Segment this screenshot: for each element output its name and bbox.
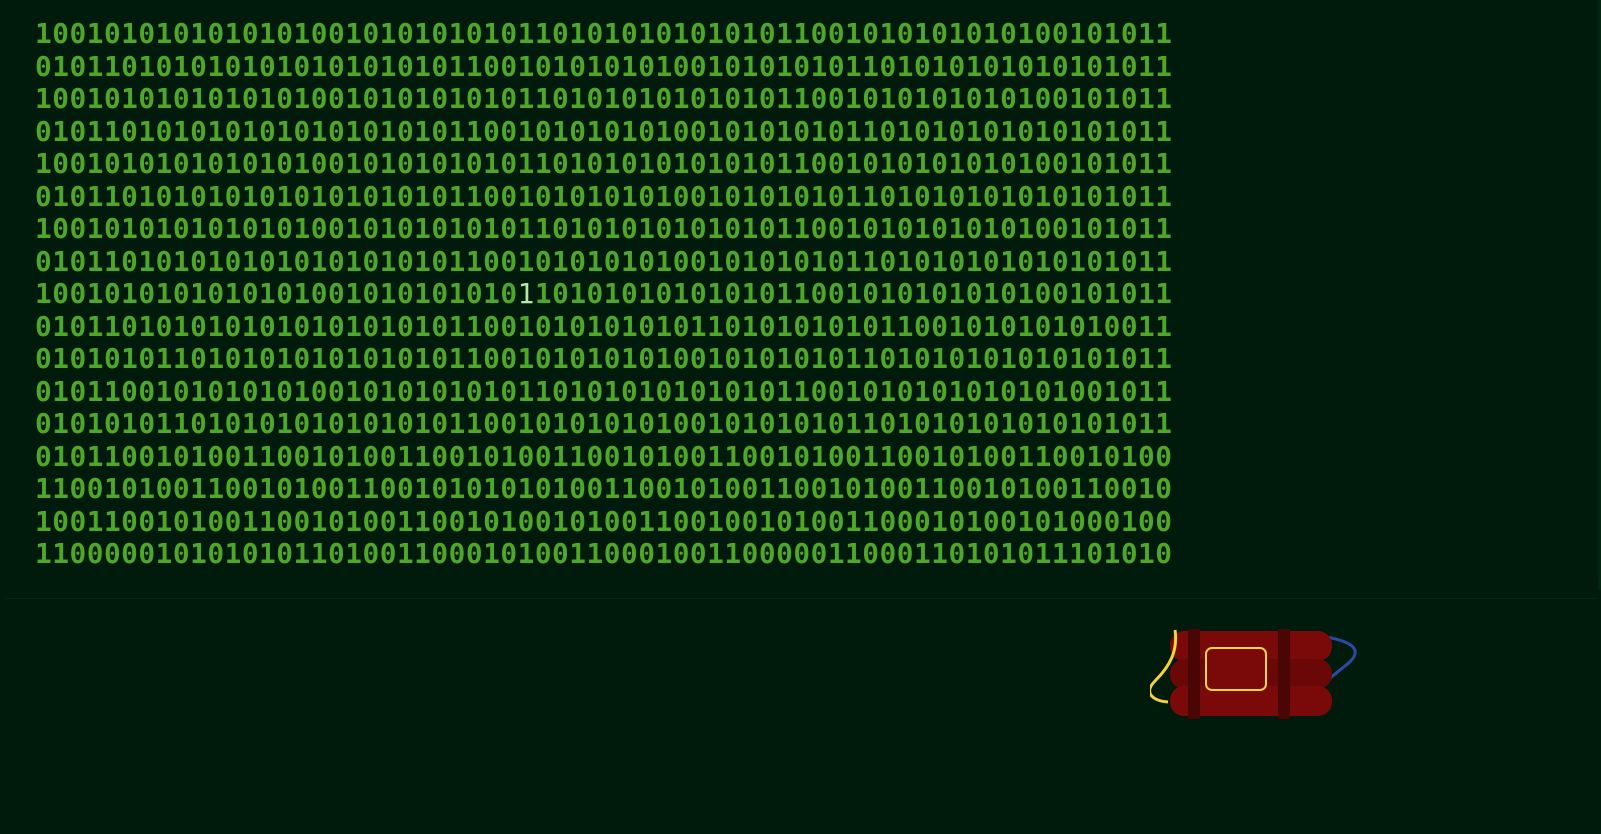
binary-row[interactable]: 1100000101010101101001100010100110001001…	[35, 538, 1580, 571]
dynamite-bomb-icon[interactable]	[1150, 626, 1390, 726]
binary-row[interactable]: 0101101010101010101010101100101010101001…	[35, 51, 1580, 84]
binary-row[interactable]: 0101101010101010101010101100101010101011…	[35, 311, 1580, 344]
binary-row[interactable]: 1001010101010101001010101010110101010101…	[35, 148, 1580, 181]
game-screen: 1001010101010101001010101010110101010101…	[0, 0, 1601, 834]
timer-display[interactable]	[1205, 647, 1267, 691]
binary-row[interactable]: 1001010101010101001010101010110101010101…	[35, 83, 1580, 116]
cursor-digit[interactable]: 1	[518, 278, 535, 310]
binary-row[interactable]: 0101100101010101001010101010110101010101…	[35, 376, 1580, 409]
binary-row[interactable]: 0101010110101010101010101100101010101001…	[35, 343, 1580, 376]
binary-row[interactable]: 1001010101010101001010101010110101010101…	[35, 278, 1580, 311]
binary-row[interactable]: 0101101010101010101010101100101010101001…	[35, 246, 1580, 279]
tape-band-right	[1278, 629, 1290, 719]
binary-code-grid[interactable]: 1001010101010101001010101010110101010101…	[35, 18, 1580, 571]
binary-row[interactable]: 1100101001100101001100101010101001100101…	[35, 473, 1580, 506]
binary-row[interactable]: 1001010101010101001010101010110101010101…	[35, 18, 1580, 51]
binary-row[interactable]: 0101101010101010101010101100101010101001…	[35, 116, 1580, 149]
binary-row[interactable]: 0101101010101010101010101100101010101001…	[35, 181, 1580, 214]
binary-row[interactable]: 0101010110101010101010101100101010101001…	[35, 408, 1580, 441]
tape-band-left	[1188, 629, 1200, 719]
binary-row[interactable]: 0101100101001100101001100101001100101001…	[35, 441, 1580, 474]
binary-row[interactable]: 1001100101001100101001100101001010011001…	[35, 506, 1580, 539]
binary-row[interactable]: 1001010101010101001010101010110101010101…	[35, 213, 1580, 246]
binary-row-segment: 1010101010101011001010101010100101011	[534, 278, 1173, 310]
binary-row-segment: 1001010101010101001010101010	[35, 278, 518, 310]
